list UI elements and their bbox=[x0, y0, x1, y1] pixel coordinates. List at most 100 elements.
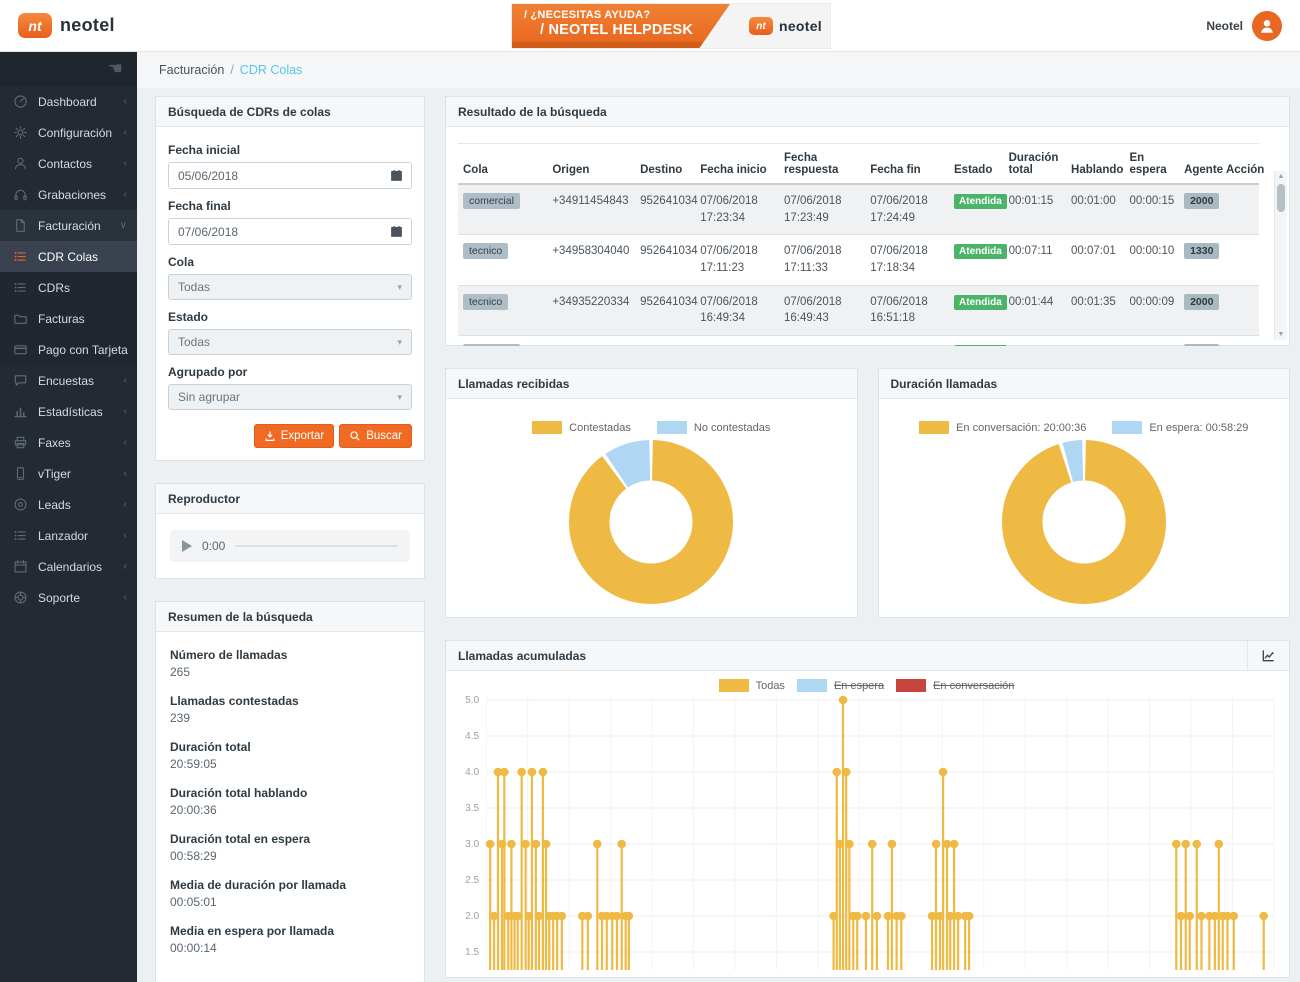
column-header-acci-n: Acción bbox=[1221, 144, 1259, 185]
top-bar: nt neotel / ¿NECESITAS AYUDA? / NEOTEL H… bbox=[0, 0, 1300, 52]
legend-label: Todas bbox=[756, 680, 785, 692]
sidebar-item-facturaci-n[interactable]: Facturación∨ bbox=[0, 210, 137, 241]
table-row[interactable]: comercial +34911454843952641034 07/06/20… bbox=[458, 184, 1259, 235]
summary-label: Llamadas contestadas bbox=[170, 694, 410, 708]
sidebar-item-vtiger[interactable]: vTiger‹ bbox=[0, 458, 137, 489]
svg-text:1.5: 1.5 bbox=[465, 947, 479, 958]
summary-value: 00:00:14 bbox=[170, 941, 217, 955]
sidebar-item-contactos[interactable]: Contactos‹ bbox=[0, 148, 137, 179]
agrupado-label: Agrupado por bbox=[168, 365, 412, 379]
sidebar-item-calendarios[interactable]: Calendarios‹ bbox=[0, 551, 137, 582]
legend-label: En conversación bbox=[933, 680, 1014, 692]
summary-item-duraci-n-total: Duración total 20:59:05 bbox=[170, 740, 410, 771]
legend-label: No contestadas bbox=[694, 422, 770, 434]
sidebar-item-dashboard[interactable]: Dashboard‹ bbox=[0, 86, 137, 117]
breadcrumb-current[interactable]: CDR Colas bbox=[240, 63, 303, 77]
sidebar-item-label: CDR Colas bbox=[38, 250, 98, 264]
sidebar-item-grabaciones[interactable]: Grabaciones‹ bbox=[0, 179, 137, 210]
summary-item-n-mero-de-llamadas: Número de llamadas 265 bbox=[170, 648, 410, 679]
sidebar-item-cdrs[interactable]: CDRs bbox=[0, 272, 137, 303]
queue-badge: comercial bbox=[463, 344, 520, 346]
column-header-estado: Estado bbox=[949, 144, 1004, 185]
fecha-final-input[interactable] bbox=[169, 219, 381, 244]
sidebar-item-label: Dashboard bbox=[38, 95, 97, 109]
sidebar-item-facturas[interactable]: Facturas bbox=[0, 303, 137, 334]
user-menu[interactable]: Neotel bbox=[1206, 11, 1282, 41]
legend-item-en-conversaci-n[interactable]: En conversación bbox=[896, 679, 1014, 692]
file-icon bbox=[13, 218, 28, 233]
sidebar-item-configuraci-n[interactable]: Configuración‹ bbox=[0, 117, 137, 148]
sidebar-item-lanzador[interactable]: Lanzador‹ bbox=[0, 520, 137, 551]
summary-item-llamadas-contestadas: Llamadas contestadas 239 bbox=[170, 694, 410, 725]
gear-icon bbox=[13, 125, 28, 140]
sidebar-item-pago-con-tarjeta[interactable]: Pago con Tarjeta bbox=[0, 334, 137, 365]
scrollbar-thumb[interactable] bbox=[1277, 184, 1285, 212]
status-badge: Atendida bbox=[954, 345, 1007, 346]
summary-value: 239 bbox=[170, 711, 190, 725]
summary-label: Número de llamadas bbox=[170, 648, 410, 662]
table-row[interactable]: tecnico +34958304040952641034 07/06/2018… bbox=[458, 235, 1259, 285]
legend-swatch bbox=[896, 679, 926, 692]
llamadas-recibidas-panel: Llamadas recibidas Contestadas No contes… bbox=[445, 368, 858, 618]
duracion-llamadas-donut bbox=[891, 438, 1278, 609]
hand-pointer-icon[interactable]: ☚ bbox=[108, 59, 123, 79]
legend-item-en-conversaci-n-20-00-36[interactable]: En conversación: 20:00:36 bbox=[919, 421, 1086, 434]
svg-text:3.0: 3.0 bbox=[465, 839, 479, 850]
player-progress[interactable] bbox=[235, 545, 398, 547]
llamadas-acumuladas-title: Llamadas acumuladas bbox=[458, 649, 586, 663]
fecha-inicial-label: Fecha inicial bbox=[168, 143, 412, 157]
chevron-left-icon: ‹ bbox=[124, 499, 127, 510]
nt-logo-badge-small: nt bbox=[749, 17, 773, 35]
helpdesk-banner-text: / ¿NECESITAS AYUDA? / NEOTEL HELPDESK bbox=[512, 4, 730, 48]
estado-select[interactable]: Todas ▾ bbox=[168, 329, 412, 355]
player-panel: Reproductor 0:00 bbox=[155, 483, 425, 579]
table-row[interactable]: comercial 615220689952641034 07/06/20181… bbox=[458, 336, 1259, 346]
summary-value: 20:59:05 bbox=[170, 757, 217, 771]
sidebar-item-soporte[interactable]: Soporte‹ bbox=[0, 582, 137, 613]
legend-item-en-espera[interactable]: En espera bbox=[797, 679, 884, 692]
legend-swatch bbox=[719, 679, 749, 692]
agrupado-select[interactable]: Sin agrupar ▾ bbox=[168, 384, 412, 410]
scroll-down-icon[interactable]: ▼ bbox=[1275, 331, 1287, 338]
summary-value: 00:58:29 bbox=[170, 849, 217, 863]
calendar-icon[interactable] bbox=[381, 163, 411, 188]
legend-item-contestadas[interactable]: Contestadas bbox=[532, 421, 631, 434]
summary-panel: Resumen de la búsqueda Número de llamada… bbox=[155, 601, 425, 982]
fecha-inicial-input[interactable] bbox=[169, 163, 381, 188]
sidebar-item-faxes[interactable]: Faxes‹ bbox=[0, 427, 137, 458]
legend-label: En espera bbox=[834, 680, 884, 692]
legend-item-en-espera-00-58-29[interactable]: En espera: 00:58:29 bbox=[1112, 421, 1248, 434]
summary-label: Duración total hablando bbox=[170, 786, 410, 800]
sidebar-item-label: Soporte bbox=[38, 591, 80, 605]
breadcrumb-section[interactable]: Facturación bbox=[159, 63, 224, 77]
chevron-left-icon: ‹ bbox=[124, 468, 127, 479]
exportar-button[interactable]: Exportar bbox=[254, 424, 334, 448]
column-header-duraci-n-total: Duración total bbox=[1004, 144, 1066, 185]
legend-item-no-contestadas[interactable]: No contestadas bbox=[657, 421, 770, 434]
buscar-button[interactable]: Buscar bbox=[339, 424, 412, 448]
helpdesk-banner[interactable]: / ¿NECESITAS AYUDA? / NEOTEL HELPDESK nt… bbox=[512, 4, 830, 48]
play-icon[interactable] bbox=[182, 540, 192, 552]
duracion-llamadas-title: Duración llamadas bbox=[879, 369, 1290, 399]
cola-select[interactable]: Todas ▾ bbox=[168, 274, 412, 300]
printer-icon bbox=[13, 435, 28, 450]
table-row[interactable]: tecnico +34935220334952641034 07/06/2018… bbox=[458, 285, 1259, 335]
nt-logo-badge: nt bbox=[18, 13, 52, 38]
legend-item-todas[interactable]: Todas bbox=[719, 679, 785, 692]
sidebar-item-leads[interactable]: Leads‹ bbox=[0, 489, 137, 520]
sidebar-header: ☚ bbox=[0, 52, 137, 86]
sidebar-item-cdr-colas[interactable]: CDR Colas bbox=[0, 241, 137, 272]
summary-label: Duración total en espera bbox=[170, 832, 410, 846]
chart-type-button[interactable] bbox=[1247, 641, 1289, 671]
sidebar-item-encuestas[interactable]: Encuestas‹ bbox=[0, 365, 137, 396]
legend-label: En espera: 00:58:29 bbox=[1149, 422, 1248, 434]
sidebar-item-estad-sticas[interactable]: Estadísticas‹ bbox=[0, 396, 137, 427]
neotel-logo[interactable]: nt neotel bbox=[18, 13, 115, 38]
person-icon bbox=[1258, 17, 1276, 35]
sidebar-item-label: Calendarios bbox=[38, 560, 102, 574]
table-scrollbar[interactable]: ▲ ▼ bbox=[1274, 171, 1287, 340]
results-panel-title: Resultado de la búsqueda bbox=[446, 97, 1289, 127]
scroll-up-icon[interactable]: ▲ bbox=[1275, 173, 1287, 180]
cola-select-value: Todas bbox=[178, 280, 210, 294]
calendar-icon[interactable] bbox=[381, 219, 411, 244]
